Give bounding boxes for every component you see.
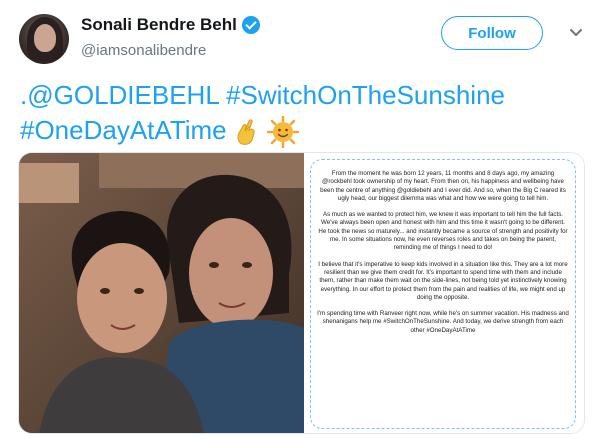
follow-button[interactable]: Follow bbox=[441, 16, 543, 50]
chevron-down-icon[interactable] bbox=[566, 22, 586, 42]
note-panel: From the moment he was born 12 years, 11… bbox=[304, 153, 584, 433]
sun-with-face-icon bbox=[267, 116, 300, 149]
verified-badge-icon bbox=[241, 16, 260, 34]
avatar[interactable] bbox=[19, 14, 69, 64]
media-container[interactable]: From the moment he was born 12 years, 11… bbox=[18, 152, 585, 434]
note-paragraph-4: I'm spending time with Ranveer right now… bbox=[317, 310, 569, 334]
note-paragraph-2: As much as we wanted to protect him, we … bbox=[318, 211, 568, 252]
family-photo[interactable] bbox=[19, 153, 304, 434]
note-frame: From the moment he was born 12 years, 11… bbox=[310, 159, 576, 429]
mention-link[interactable]: .@GOLDIEBEHL bbox=[20, 80, 219, 110]
hashtag-onedayatatime[interactable]: #OneDayAtATime bbox=[20, 115, 227, 145]
note-paragraph-1: From the moment he was born 12 years, 11… bbox=[320, 170, 566, 202]
crossed-fingers-icon bbox=[237, 119, 255, 145]
note-paragraph-3: I believe that it's imperative to keep k… bbox=[318, 260, 568, 301]
tweet-header: Sonali Bendre Behl @iamsonalibendre Foll… bbox=[16, 12, 586, 64]
user-handle[interactable]: @iamsonalibendre bbox=[81, 42, 206, 59]
tweet-text: .@GOLDIEBEHL #SwitchOnTheSunshine #OneDa… bbox=[20, 78, 580, 149]
hashtag-switchonthesunshine[interactable]: #SwitchOnTheSunshine bbox=[226, 80, 505, 110]
display-name[interactable]: Sonali Bendre Behl bbox=[81, 15, 237, 35]
avatar-face bbox=[34, 24, 56, 52]
name-row[interactable]: Sonali Bendre Behl bbox=[81, 15, 260, 35]
